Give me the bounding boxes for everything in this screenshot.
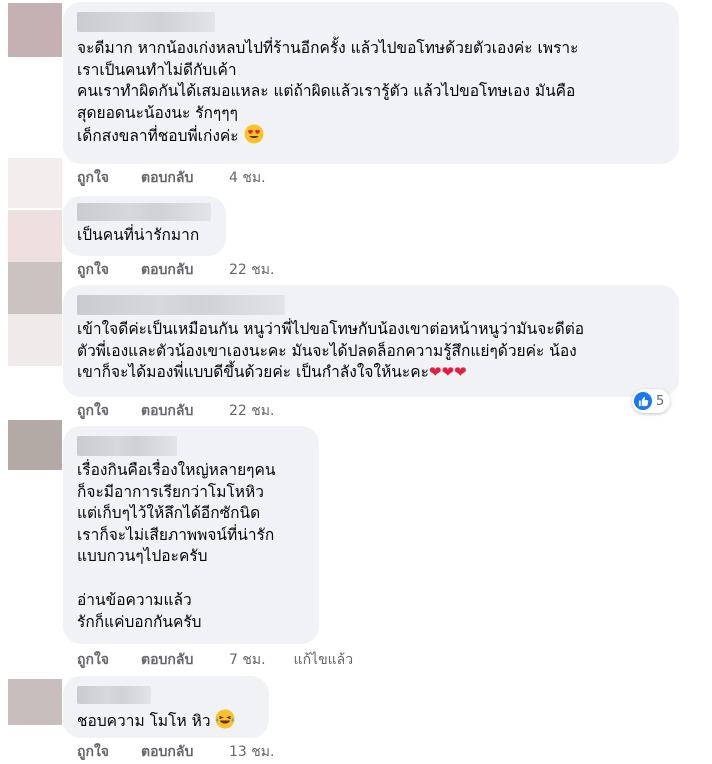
reply-link[interactable]: ตอบกลับ [141,649,229,671]
like-link[interactable]: ถูกใจ [77,400,141,422]
reply-link[interactable]: ตอบกลับ [141,167,229,189]
comment-bubble: เรื่องกินคือเรื่องใหญ่หลายๆคน ก็จะมีอากา… [63,426,319,644]
reply-link[interactable]: ตอบกลับ [141,259,229,281]
avatar[interactable] [8,158,62,208]
comment-bubble: เข้าใจดีค่ะเป็นเหมือนกัน หนูว่าพี่ไปขอโท… [63,285,679,397]
comment-text: จะดีมาก หากน้องเก่งหลบไปที่ร้านอีกครั้ง … [77,38,665,151]
timestamp[interactable]: 7 ชม. [229,649,266,671]
commenter-name[interactable] [77,436,177,456]
avatar[interactable] [8,679,62,725]
comment-text: เป็นคนที่น่ารักมาก [77,226,200,244]
reaction-summary[interactable]: 5 [632,389,671,413]
comment-actions: ถูกใจ ตอบกลับ 13 ชม. [77,742,274,762]
edited-label[interactable]: แก้ไขแล้ว [294,649,354,671]
comment-actions: ถูกใจ ตอบกลับ 4 ชม. [77,168,266,188]
timestamp[interactable]: 4 ชม. [229,167,266,189]
avatar[interactable] [8,3,62,57]
comment-bubble: ชอบความ โมโห หิว [63,676,269,738]
comment-actions: ถูกใจ ตอบกลับ 22 ชม. [77,401,274,421]
reply-link[interactable]: ตอบกลับ [141,741,229,763]
comment-bubble: เป็นคนที่น่ารักมาก [63,196,226,256]
comment-text: เข้าใจดีค่ะเป็นเหมือนกัน หนูว่าพี่ไปขอโท… [77,320,585,381]
avatar[interactable] [8,420,62,470]
commenter-name[interactable] [77,12,215,32]
heart-eyes-emoji-icon [244,124,264,151]
like-link[interactable]: ถูกใจ [77,649,141,671]
like-link[interactable]: ถูกใจ [77,167,141,189]
commenter-name[interactable] [77,295,285,315]
like-link[interactable]: ถูกใจ [77,741,141,763]
timestamp[interactable]: 13 ชม. [229,741,274,763]
timestamp[interactable]: 22 ชม. [229,400,274,422]
laughing-tears-emoji-icon [215,709,235,736]
reply-link[interactable]: ตอบกลับ [141,400,229,422]
like-link[interactable]: ถูกใจ [77,259,141,281]
timestamp[interactable]: 22 ชม. [229,259,274,281]
commenter-name[interactable] [77,686,151,704]
comment-text: ชอบความ โมโห หิว [77,709,255,736]
avatar[interactable] [8,210,62,262]
avatar[interactable] [8,262,62,314]
avatar[interactable] [8,314,62,366]
thumbs-up-icon [634,392,652,410]
heart-emoji-icon: ❤❤❤ [428,363,467,381]
comment-actions: ถูกใจ ตอบกลับ 7 ชม. แก้ไขแล้ว [77,650,353,670]
commenter-name[interactable] [77,203,211,221]
comment-text: เรื่องกินคือเรื่องใหญ่หลายๆคน ก็จะมีอากา… [77,461,276,565]
comment-text-continued: อ่านข้อความแล้ว รักก็แค่บอกกันครับ [77,591,202,631]
comment-bubble: จะดีมาก หากน้องเก่งหลบไปที่ร้านอีกครั้ง … [63,2,679,164]
reaction-count: 5 [656,393,665,409]
comment-actions: ถูกใจ ตอบกลับ 22 ชม. [77,260,274,280]
